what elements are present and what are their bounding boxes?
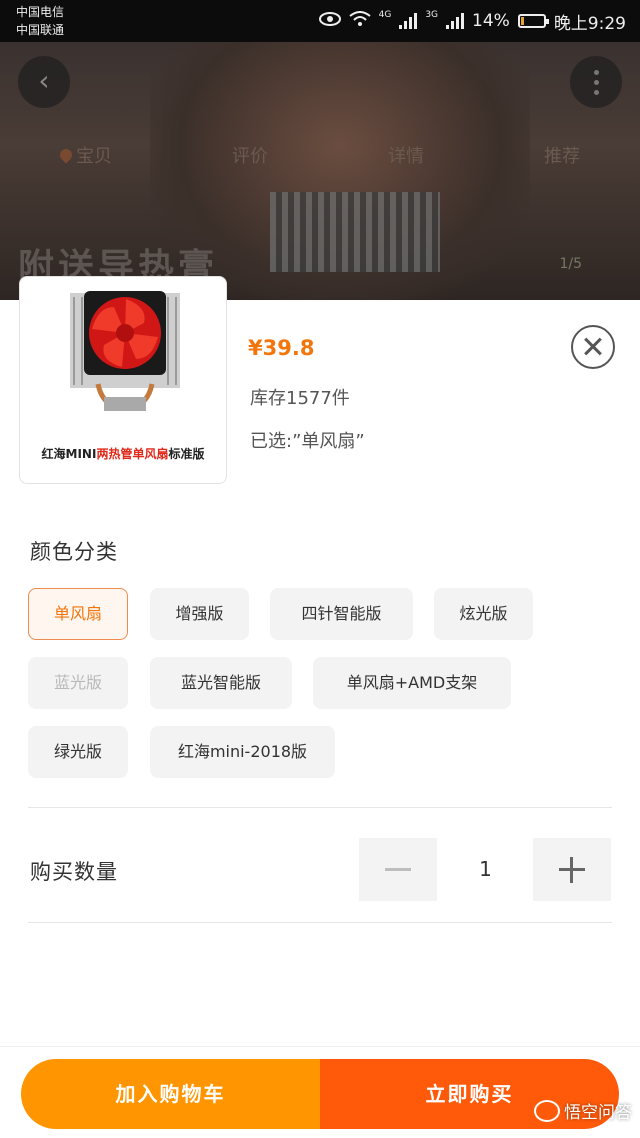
quantity-value[interactable]: 1	[438, 838, 533, 901]
image-counter: 1/5	[559, 256, 582, 272]
caption-pre: 红海MINI	[41, 447, 97, 461]
watermark-text: 悟空问答	[564, 1103, 632, 1123]
signal-icon-2	[446, 13, 465, 29]
variant-chip-disabled: 蓝光版	[28, 657, 128, 709]
variant-section-title: 颜色分类	[30, 540, 118, 564]
variant-chip[interactable]: 绿光版	[28, 726, 128, 778]
variant-chip[interactable]: 四针智能版	[270, 588, 413, 640]
network-type-2: 3G	[425, 10, 439, 20]
stock-count: 库存1577件	[250, 388, 350, 409]
divider	[28, 922, 612, 923]
tab-recommend[interactable]: 推荐	[544, 142, 580, 168]
eye-icon	[318, 11, 341, 31]
close-icon[interactable]	[571, 325, 615, 369]
watermark: 悟空问答	[534, 1098, 632, 1123]
product-tabs: 宝贝 评价 详情 推荐	[0, 142, 640, 168]
tab-reviews[interactable]: 评价	[232, 142, 268, 168]
signal-icon-1	[399, 13, 418, 29]
tab-details[interactable]: 详情	[388, 142, 424, 168]
network-type-1: 4G	[378, 10, 392, 20]
thumbnail-caption: 红海MINI两热管单风扇标准版	[20, 445, 226, 462]
battery-icon	[517, 14, 549, 28]
sku-sheet: 红海MINI两热管单风扇标准版 ¥39.8 库存1577件 已选:”单风扇”	[0, 276, 640, 1138]
battery-percent: 14%	[472, 11, 510, 31]
divider	[28, 807, 612, 808]
wukong-logo-icon	[534, 1099, 560, 1122]
quantity-increase-button[interactable]	[533, 838, 611, 901]
variant-chip[interactable]: 炫光版	[434, 588, 533, 640]
tab-label: 宝贝	[76, 146, 112, 167]
heatsink-fins-graphic	[270, 192, 440, 272]
variant-chip[interactable]: 蓝光智能版	[150, 657, 292, 709]
more-icon[interactable]	[570, 56, 622, 108]
caption-post: 标准版	[168, 447, 205, 461]
tab-item[interactable]: 宝贝	[57, 142, 112, 168]
price: ¥39.8	[248, 336, 315, 360]
variant-chip[interactable]: 单风扇+AMD支架	[313, 657, 511, 709]
product-thumbnail[interactable]: 红海MINI两热管单风扇标准版	[19, 276, 227, 484]
variant-chip[interactable]: 单风扇	[28, 588, 128, 640]
bottom-bar-border	[0, 1046, 640, 1047]
tab-label: 评价	[232, 146, 268, 167]
tab-label: 详情	[388, 146, 424, 167]
location-pin-icon	[57, 146, 75, 164]
quantity-label: 购买数量	[30, 860, 118, 884]
tab-label: 推荐	[544, 146, 580, 167]
back-icon[interactable]: ‹	[18, 56, 70, 108]
battery-fill	[520, 17, 525, 25]
status-icons: 4G 3G 14% 晚上9:29	[318, 10, 626, 34]
add-to-cart-button[interactable]: 加入购物车	[21, 1059, 320, 1129]
carrier-2: 中国联通	[16, 23, 65, 37]
variant-chip[interactable]: 红海mini-2018版	[150, 726, 335, 778]
quantity-decrease-button[interactable]	[359, 838, 437, 901]
selected-variant: 已选:”单风扇”	[250, 431, 365, 452]
carrier-1: 中国电信	[16, 5, 65, 19]
wifi-icon	[348, 10, 371, 32]
caption-highlight: 两热管单风扇	[96, 447, 169, 461]
product-header-overlay[interactable]: ‹ 宝贝 评价 详情 推荐 附送导热膏 1/5	[0, 42, 640, 300]
status-bar: 中国电信 中国联通 4G 3G 14% 晚上9:29	[0, 0, 640, 42]
cpu-cooler-image	[70, 291, 180, 411]
variant-chip[interactable]: 增强版	[150, 588, 249, 640]
clock: 晚上9:29	[553, 13, 626, 34]
